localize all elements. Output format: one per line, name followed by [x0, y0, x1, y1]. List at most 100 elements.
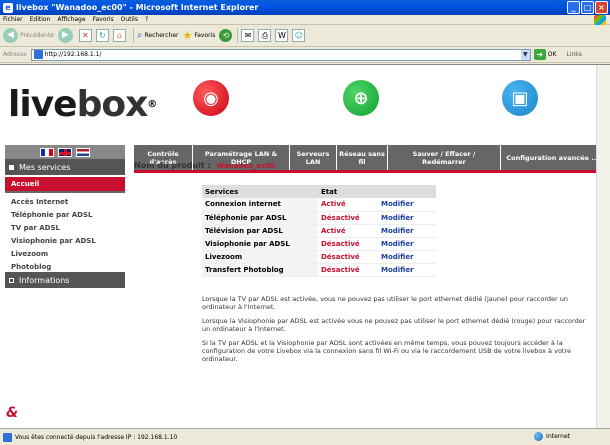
- services-table: Services Etat Connexion internet Activé …: [202, 185, 436, 277]
- nav-configuration-avancee[interactable]: Configuration avancée ...: [501, 145, 604, 170]
- product-value: Wanadoo_ec00: [216, 162, 276, 170]
- menu-favoris[interactable]: Favoris: [93, 16, 114, 23]
- minimize-button[interactable]: _: [567, 1, 580, 14]
- note-both: Si la TV par ADSL et la Visiophonie par …: [202, 339, 572, 363]
- info-notes: Lorsque la TV par ADSL est activée, vous…: [202, 295, 592, 369]
- service-name: Transfert Photoblog: [202, 263, 318, 277]
- menu-fichier[interactable]: Fichier: [3, 16, 23, 23]
- print-icon[interactable]: ⎙: [258, 29, 272, 42]
- sidebar-item-livezoom[interactable]: Livezoom: [5, 247, 125, 260]
- modify-link[interactable]: Modifier: [378, 250, 436, 264]
- address-url: http://192.168.1.1/: [44, 51, 102, 58]
- nav-sauver-effacer[interactable]: Sauver / Effacer / Redémarrer: [388, 145, 500, 170]
- back-label: Précédente: [20, 32, 54, 39]
- maximize-button[interactable]: □: [581, 1, 594, 14]
- language-bar: [5, 145, 125, 159]
- back-arrow-icon: ◀: [3, 28, 18, 43]
- modify-link[interactable]: Modifier: [378, 211, 436, 225]
- sidebar-item-tv[interactable]: TV par ADSL: [5, 221, 125, 234]
- sidebar: Accueil Accès Internet Téléphonie par AD…: [5, 175, 125, 273]
- service-name: Connexion internet: [202, 198, 318, 212]
- refresh-icon[interactable]: ↻: [95, 29, 109, 42]
- service-status: Activé: [318, 198, 378, 212]
- informations-header[interactable]: Informations: [5, 272, 125, 288]
- menu-outils[interactable]: Outils: [121, 16, 138, 23]
- history-icon[interactable]: ⟲: [219, 29, 233, 42]
- forward-button[interactable]: ▶: [57, 28, 75, 43]
- table-row: Connexion internet Activé Modifier: [202, 198, 436, 212]
- telephony-icon: ◉: [193, 80, 229, 116]
- logo-part-box: box: [76, 84, 149, 125]
- sidebar-item-visiophonie[interactable]: Visiophonie par ADSL: [5, 234, 125, 247]
- nav-serveurs-lan[interactable]: Serveurs LAN: [290, 145, 336, 170]
- forward-arrow-icon: ▶: [57, 28, 73, 43]
- go-label: OK: [547, 51, 557, 58]
- service-status: Activé: [318, 224, 378, 238]
- windows-logo-icon: [594, 15, 606, 25]
- go-button[interactable]: ➜ OK: [533, 49, 557, 60]
- service-status: Désactivé: [318, 250, 378, 264]
- address-label: Adresse: [3, 51, 27, 58]
- status-text: Vous êtes connecté depuis l'adresse IP :…: [15, 433, 178, 441]
- search-button[interactable]: ⌕ Rechercher: [137, 30, 179, 41]
- stop-icon[interactable]: ✕: [78, 29, 92, 42]
- square-bullet-icon: [9, 164, 14, 170]
- informations-label: Informations: [19, 275, 70, 285]
- address-bar: Adresse http://192.168.1.1/ ▼ ➜ OK Links: [0, 47, 610, 63]
- toolbar-separator: [132, 28, 134, 43]
- table-row: Télévision par ADSL Activé Modifier: [202, 224, 436, 238]
- product-label: Nom du produit :: [134, 161, 211, 170]
- toolbar: ◀ Précédente ▶ ✕ ↻ ⌂ ⌕ Rechercher ★ Favo…: [0, 25, 610, 47]
- column-header-etat: Etat: [318, 185, 378, 198]
- security-zone: Internet: [534, 432, 570, 441]
- note-visiophonie: Lorsque la Visiophonie par ADSL est acti…: [202, 317, 586, 333]
- menu-edition[interactable]: Edition: [30, 16, 51, 23]
- nav-reseau-sans-fil[interactable]: Réseau sans fil: [337, 145, 387, 170]
- sidebar-item-acces-internet[interactable]: Accès Internet: [5, 195, 125, 208]
- search-icon: ⌕: [136, 30, 143, 41]
- search-label: Rechercher: [144, 32, 179, 39]
- address-input[interactable]: http://192.168.1.1/ ▼: [30, 48, 531, 61]
- table-header-row: Services Etat: [202, 185, 436, 198]
- page-icon: [3, 432, 12, 442]
- links-button[interactable]: Links: [566, 51, 581, 58]
- home-icon[interactable]: ⌂: [112, 29, 126, 42]
- star-icon: ★: [182, 29, 193, 42]
- service-name: Télévision par ADSL: [202, 224, 318, 238]
- uk-flag-icon[interactable]: [58, 147, 72, 157]
- messenger-icon[interactable]: ☺: [292, 29, 306, 42]
- french-flag-icon[interactable]: [40, 147, 54, 157]
- close-button[interactable]: ×: [595, 1, 608, 14]
- edit-icon[interactable]: W: [275, 29, 289, 42]
- ie-icon: e: [3, 2, 13, 13]
- page-scrollbar[interactable]: [596, 65, 610, 428]
- mail-icon[interactable]: ✉: [241, 29, 255, 42]
- service-status: Désactivé: [318, 237, 378, 251]
- modify-link[interactable]: Modifier: [378, 198, 436, 212]
- modify-link[interactable]: Modifier: [378, 263, 436, 277]
- note-tv: Lorsque la TV par ADSL est activée, vous…: [202, 295, 568, 311]
- service-name: Téléphonie par ADSL: [202, 211, 318, 225]
- livebox-logo: livebox®: [8, 84, 157, 125]
- internet-icon: ⊕: [343, 80, 379, 116]
- menu-bar: Fichier Edition Affichage Favoris Outils…: [0, 15, 610, 25]
- orange-logo-icon: &: [6, 405, 19, 421]
- title-bar: e livebox "Wanadoo_ec00" - Microsoft Int…: [0, 0, 610, 15]
- service-name: Livezoom: [202, 250, 318, 264]
- mes-services-label: Mes services: [19, 162, 71, 172]
- table-row: Téléphonie par ADSL Désactivé Modifier: [202, 211, 436, 225]
- back-button[interactable]: ◀ Précédente: [3, 28, 54, 43]
- modify-link[interactable]: Modifier: [378, 237, 436, 251]
- address-dropdown-icon[interactable]: ▼: [520, 49, 530, 60]
- globe-icon: [534, 432, 544, 441]
- nav-underline: [134, 170, 604, 173]
- favorites-button[interactable]: ★ Favoris: [182, 29, 215, 42]
- modify-link[interactable]: Modifier: [378, 224, 436, 238]
- service-name: Visiophonie par ADSL: [202, 237, 318, 251]
- menu-affichage[interactable]: Affichage: [57, 16, 85, 23]
- dutch-flag-icon[interactable]: [76, 147, 90, 157]
- sidebar-item-accueil[interactable]: Accueil: [5, 177, 125, 193]
- status-bar: Vous êtes connecté depuis l'adresse IP :…: [0, 428, 610, 445]
- sidebar-item-telephonie[interactable]: Téléphonie par ADSL: [5, 208, 125, 221]
- menu-help[interactable]: ?: [145, 16, 148, 23]
